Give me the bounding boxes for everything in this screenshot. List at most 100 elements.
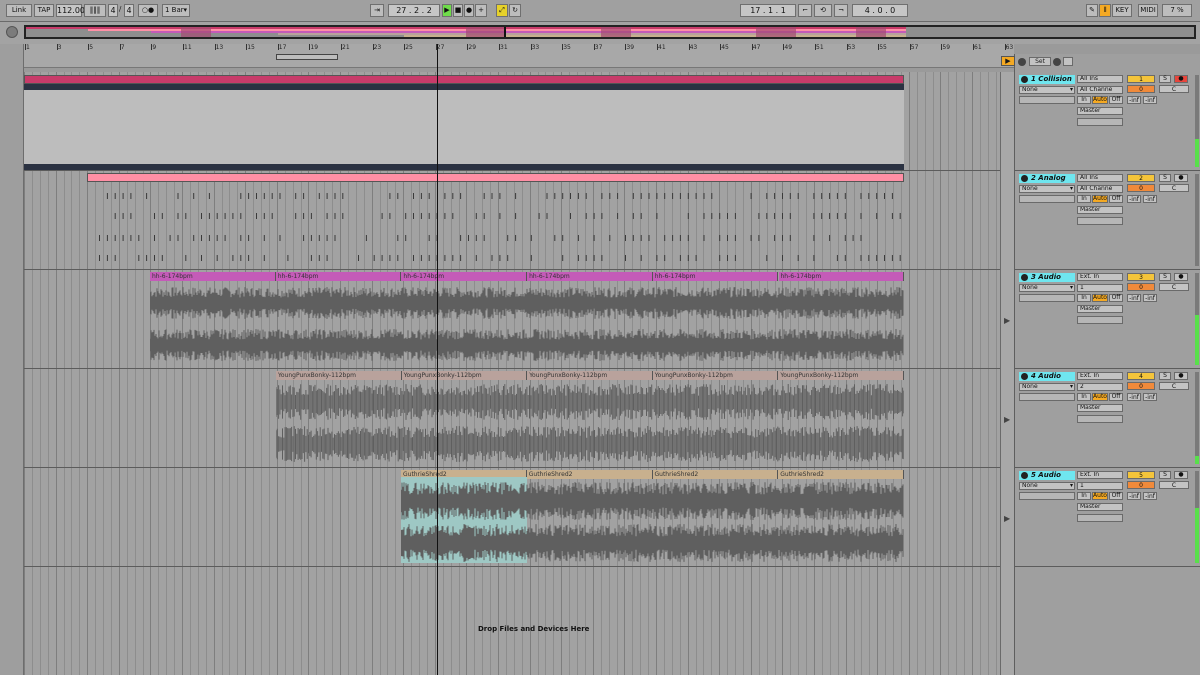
send-a-db[interactable]: -inf [1127, 393, 1141, 401]
fx-chooser[interactable]: None ▾ [1019, 482, 1075, 490]
track-name-button[interactable]: 3 Audio [1019, 273, 1075, 282]
fx-sub-chooser[interactable] [1019, 294, 1075, 302]
input-channel-chooser[interactable]: All Channe [1077, 86, 1123, 94]
input-type-chooser[interactable]: Ext. In [1077, 372, 1123, 380]
midi-map-button[interactable]: MIDI [1138, 4, 1158, 17]
audio-clip-header[interactable]: GuthrieShred2 [526, 470, 653, 479]
arrangement-overview[interactable] [0, 22, 1200, 44]
lock-icon[interactable] [1063, 57, 1073, 66]
track-activator[interactable]: 2 [1127, 174, 1155, 182]
monitor-in-button[interactable]: In [1077, 492, 1091, 500]
track-activator[interactable]: 1 [1127, 75, 1155, 83]
follow-arrow-icon[interactable]: ⇥ [370, 4, 384, 17]
monitor-in-button[interactable]: In [1077, 393, 1091, 401]
tap-tempo-button[interactable]: TAP [34, 4, 54, 17]
input-channel-chooser[interactable]: 1 [1077, 482, 1123, 490]
midi-clip-collision[interactable] [24, 75, 904, 84]
midi-clip-analog[interactable] [87, 173, 904, 182]
output-chooser[interactable]: Master [1077, 503, 1123, 511]
input-channel-chooser[interactable]: 2 [1077, 383, 1123, 391]
overview-strip[interactable] [24, 25, 1196, 39]
output-chooser[interactable]: Master [1077, 206, 1123, 214]
track-lane-analog[interactable] [24, 171, 1000, 270]
send-b-db[interactable]: -inf [1143, 294, 1157, 302]
time-signature-numerator[interactable]: 4 [108, 4, 118, 17]
track-fold-icon[interactable] [1021, 175, 1028, 182]
monitor-off-button[interactable]: Off [1109, 492, 1123, 500]
key-map-button[interactable]: KEY [1112, 4, 1132, 17]
send-b-db[interactable]: -inf [1143, 393, 1157, 401]
song-position-field[interactable]: 27 . 2 . 2 [388, 4, 440, 17]
track-lane-audio-3[interactable]: hh-6-174bpm hh-6-174bpm hh-6-174bpm hh-6-17… [24, 270, 1000, 369]
fx-sub-chooser[interactable] [1019, 96, 1075, 104]
tempo-field[interactable]: 112.00 [56, 4, 85, 17]
pan-field[interactable]: C [1159, 283, 1189, 291]
metronome-button[interactable]: ○● [138, 4, 158, 17]
volume-field[interactable]: 0 [1127, 382, 1155, 390]
pan-field[interactable]: C [1159, 184, 1189, 192]
monitor-off-button[interactable]: Off [1109, 195, 1123, 203]
time-signature-denominator[interactable]: 4 [124, 4, 134, 17]
track-name-button[interactable]: 5 Audio [1019, 471, 1075, 480]
loop-brace[interactable] [276, 54, 338, 60]
track-lane-audio-4[interactable]: YoungPunxBonky-112bpm YoungPunxBonky-112b… [24, 369, 1000, 468]
track-fold-icon[interactable] [1021, 274, 1028, 281]
chevron-down-icon[interactable] [6, 26, 18, 38]
track-activator[interactable]: 4 [1127, 372, 1155, 380]
monitor-in-button[interactable]: In [1077, 195, 1091, 203]
arm-record-button[interactable]: ● [1174, 75, 1188, 83]
audio-clip-header[interactable]: YoungPunxBonky-112bpm [276, 371, 402, 380]
track-activator[interactable]: 3 [1127, 273, 1155, 281]
input-type-chooser[interactable]: All Ins [1077, 174, 1123, 182]
arm-record-button[interactable]: ● [1174, 471, 1188, 479]
solo-button[interactable]: S [1159, 75, 1171, 83]
send-a-db[interactable]: -inf [1127, 195, 1141, 203]
link-button[interactable]: Link [6, 4, 32, 17]
send-b-db[interactable]: -inf [1143, 96, 1157, 104]
monitor-in-button[interactable]: In [1077, 294, 1091, 302]
input-channel-chooser[interactable]: All Channe [1077, 185, 1123, 193]
input-type-chooser[interactable]: All Ins [1077, 75, 1123, 83]
computer-midi-keyboard-icon[interactable]: ⦀ [1099, 4, 1111, 17]
previous-locator-icon[interactable] [1018, 58, 1026, 66]
input-type-chooser[interactable]: Ext. In [1077, 273, 1123, 281]
fx-chooser[interactable]: None ▾ [1019, 185, 1075, 193]
track-fold-icon[interactable] [1021, 76, 1028, 83]
monitor-auto-button[interactable]: Auto [1092, 393, 1108, 401]
solo-button[interactable]: S [1159, 471, 1171, 479]
track-activator[interactable]: 5 [1127, 471, 1155, 479]
pan-field[interactable]: C [1159, 85, 1189, 93]
arrangement-view[interactable]: hh-6-174bpm hh-6-174bpm hh-6-174bpm hh-6-17… [24, 72, 1000, 675]
volume-field[interactable]: 0 [1127, 481, 1155, 489]
monitor-auto-button[interactable]: Auto [1092, 492, 1108, 500]
beat-time-ruler[interactable]: 1 3 5 7 9 11 13 15 17 19 21 23 25 27 29 31 33 35 37 39 41 43 4… [24, 44, 1014, 68]
output-sub-chooser[interactable] [1077, 514, 1123, 522]
monitor-off-button[interactable]: Off [1109, 96, 1123, 104]
audio-clip-header[interactable]: YoungPunxBonky-112bpm [778, 371, 904, 380]
monitor-off-button[interactable]: Off [1109, 294, 1123, 302]
solo-button[interactable]: S [1159, 273, 1171, 281]
quantize-dropdown[interactable]: 1 Bar ▾ [162, 4, 190, 17]
output-sub-chooser[interactable] [1077, 316, 1123, 324]
back-to-arrangement-button[interactable]: ↻ [509, 4, 521, 17]
volume-field[interactable]: 0 [1127, 85, 1155, 93]
send-b-db[interactable]: -inf [1143, 492, 1157, 500]
audio-clip-header[interactable]: YoungPunxBonky-112bpm [652, 371, 779, 380]
output-sub-chooser[interactable] [1077, 118, 1123, 126]
pan-field[interactable]: C [1159, 382, 1189, 390]
arm-record-button[interactable]: ● [1174, 372, 1188, 380]
output-sub-chooser[interactable] [1077, 415, 1123, 423]
arm-record-button[interactable]: ● [1174, 174, 1188, 182]
track-name-button[interactable]: 2 Analog [1019, 174, 1075, 183]
record-button[interactable]: ● [464, 4, 474, 17]
punch-out-icon[interactable]: ¬ [834, 4, 848, 17]
send-b-db[interactable]: -inf [1143, 195, 1157, 203]
monitor-auto-button[interactable]: Auto [1092, 96, 1108, 104]
fx-chooser[interactable]: None ▾ [1019, 86, 1075, 94]
arm-record-button[interactable]: ● [1174, 273, 1188, 281]
next-locator-icon[interactable] [1053, 58, 1061, 66]
set-locator-button[interactable]: Set [1029, 57, 1051, 66]
monitor-off-button[interactable]: Off [1109, 393, 1123, 401]
loop-start-field[interactable]: 17 . 1 . 1 [740, 4, 796, 17]
audio-clip-header[interactable]: hh-6-174bpm [652, 272, 779, 281]
